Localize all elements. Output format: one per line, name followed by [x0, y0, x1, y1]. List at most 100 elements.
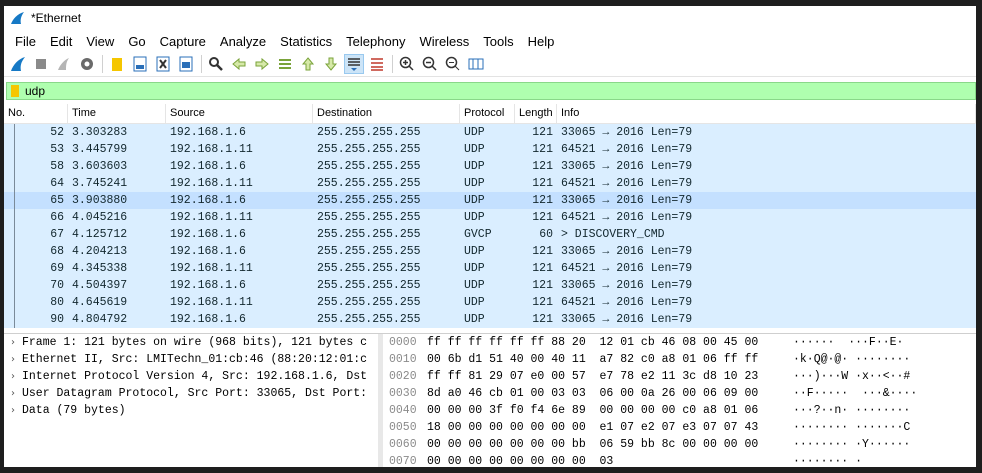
go-back-icon[interactable] [229, 54, 249, 74]
menu-capture[interactable]: Capture [153, 34, 213, 49]
table-row[interactable]: 69 4.345338 192.168.1.11 255.255.255.255 UDP… [4, 260, 976, 277]
column-header-info[interactable]: Info [557, 104, 976, 123]
conversation-tree-line [14, 175, 15, 192]
hex-bytes[interactable]: 18 00 00 00 00 00 00 00 e1 07 e2 07 e3 0… [427, 419, 793, 436]
hex-offset[interactable]: 0050 [383, 419, 427, 436]
table-row[interactable]: 66 4.045216 192.168.1.11 255.255.255.255 UDP… [4, 209, 976, 226]
hex-bytes[interactable]: ff ff 81 29 07 e0 00 57 e7 78 e2 11 3c d… [427, 368, 793, 385]
column-header-no[interactable]: No. [4, 104, 68, 123]
column-header-source[interactable]: Source [166, 104, 313, 123]
zoom-in-icon[interactable] [397, 54, 417, 74]
table-row[interactable]: 68 4.204213 192.168.1.6 255.255.255.255 UDP 1… [4, 243, 976, 260]
hex-ascii[interactable]: ··F····· ···&···· [793, 385, 976, 402]
stop-capture-icon[interactable] [31, 54, 51, 74]
hex-ascii[interactable]: ······ ···F··E· [793, 334, 976, 351]
open-file-icon[interactable] [107, 54, 127, 74]
hex-bytes[interactable]: ff ff ff ff ff ff 88 20 12 01 cb 46 08 0… [427, 334, 793, 351]
zoom-out-icon[interactable] [420, 54, 440, 74]
hex-offset[interactable]: 0070 [383, 453, 427, 467]
packet-no-cell: 64 [4, 175, 68, 192]
menu-tools[interactable]: Tools [476, 34, 520, 49]
packet-details-pane: › Frame 1: 121 bytes on wire (968 bits), … [4, 334, 378, 467]
resize-columns-icon[interactable] [466, 54, 486, 74]
toolbar-separator [102, 55, 103, 73]
chevron-right-icon[interactable]: › [4, 405, 22, 416]
hex-ascii[interactable]: ···)···W ·x··<··# [793, 368, 976, 385]
autoscroll-icon[interactable] [344, 54, 364, 74]
restart-capture-icon[interactable] [54, 54, 74, 74]
table-row[interactable]: 80 4.645619 192.168.1.11 255.255.255.255 UDP… [4, 294, 976, 311]
table-row[interactable]: 70 4.504397 192.168.1.6 255.255.255.255 UDP 1… [4, 277, 976, 294]
save-file-icon[interactable] [130, 54, 150, 74]
menu-go[interactable]: Go [121, 34, 152, 49]
hex-offset[interactable]: 0030 [383, 385, 427, 402]
hex-offset[interactable]: 0000 [383, 334, 427, 351]
table-row[interactable]: 53 3.445799 192.168.1.11 255.255.255.255 UDP… [4, 141, 976, 158]
go-to-packet-icon[interactable] [275, 54, 295, 74]
detail-tree-label: Frame 1: 121 bytes on wire (968 bits), 1… [22, 336, 368, 349]
hex-bytes[interactable]: 00 00 00 00 00 00 00 bb 06 59 bb 8c 00 0… [427, 436, 793, 453]
display-filter-bar [6, 82, 976, 100]
table-row[interactable]: 58 3.603603 192.168.1.6 255.255.255.255 UDP 1… [4, 158, 976, 175]
detail-tree-item[interactable]: › Data (79 bytes) [4, 402, 378, 419]
hex-ascii[interactable]: ········ ·······C [793, 419, 976, 436]
menu-telephony[interactable]: Telephony [339, 34, 412, 49]
chevron-right-icon[interactable]: › [4, 388, 22, 399]
bookmark-icon[interactable] [11, 85, 19, 97]
table-row[interactable]: 64 3.745241 192.168.1.11 255.255.255.255 UDP… [4, 175, 976, 192]
table-row[interactable]: 65 3.903880 192.168.1.6 255.255.255.255 UDP 1… [4, 192, 976, 209]
packet-length-cell: 121 [532, 211, 553, 224]
reload-file-icon[interactable] [176, 54, 196, 74]
menu-analyze[interactable]: Analyze [213, 34, 273, 49]
hex-offset[interactable]: 0020 [383, 368, 427, 385]
menu-edit[interactable]: Edit [43, 34, 79, 49]
hex-offset[interactable]: 0040 [383, 402, 427, 419]
menu-statistics[interactable]: Statistics [273, 34, 339, 49]
colorize-icon[interactable] [367, 54, 387, 74]
hex-bytes[interactable]: 8d a0 46 cb 01 00 03 03 06 00 0a 26 00 0… [427, 385, 793, 402]
packet-protocol-cell: GVCP [464, 228, 492, 241]
normal-size-icon[interactable] [443, 54, 463, 74]
table-row[interactable]: 52 3.303283 192.168.1.6 255.255.255.255 UDP 1… [4, 124, 976, 141]
hex-ascii[interactable]: ········ · [793, 453, 976, 467]
hex-bytes[interactable]: 00 00 00 00 00 00 00 00 03 [427, 453, 793, 467]
menu-wireless[interactable]: Wireless [412, 34, 476, 49]
last-packet-icon[interactable] [321, 54, 341, 74]
capture-options-icon[interactable] [77, 54, 97, 74]
hex-offset[interactable]: 0060 [383, 436, 427, 453]
chevron-right-icon[interactable]: › [4, 354, 22, 365]
detail-tree-item[interactable]: › User Datagram Protocol, Src Port: 33065… [4, 385, 378, 402]
column-header-destination[interactable]: Destination [313, 104, 460, 123]
packet-protocol-cell: UDP [464, 296, 485, 309]
start-capture-icon[interactable] [8, 54, 28, 74]
detail-tree-item[interactable]: › Frame 1: 121 bytes on wire (968 bits), … [4, 334, 378, 351]
hex-ascii[interactable]: ···?··n· ········ [793, 402, 976, 419]
packet-source-cell: 192.168.1.6 [170, 160, 246, 173]
hex-offset[interactable]: 0010 [383, 351, 427, 368]
menu-view[interactable]: View [79, 34, 121, 49]
hex-ascii[interactable]: ·k·Q@·@· ········ [793, 351, 976, 368]
close-file-icon[interactable] [153, 54, 173, 74]
packet-no-text: 58 [50, 160, 64, 173]
column-header-time[interactable]: Time [68, 104, 166, 123]
go-forward-icon[interactable] [252, 54, 272, 74]
hex-bytes[interactable]: 00 6b d1 51 40 00 40 11 a7 82 c0 a8 01 0… [427, 351, 793, 368]
menu-file[interactable]: File [8, 34, 43, 49]
detail-tree-item[interactable]: › Internet Protocol Version 4, Src: 192.1… [4, 368, 378, 385]
hex-ascii[interactable]: ········ ·Y······ [793, 436, 976, 453]
packet-no-cell: 67 [4, 226, 68, 243]
first-packet-icon[interactable] [298, 54, 318, 74]
detail-tree-item[interactable]: › Ethernet II, Src: LMITechn_01:cb:46 (88… [4, 351, 378, 368]
table-row[interactable]: 67 4.125712 192.168.1.6 255.255.255.255 GVCP… [4, 226, 976, 243]
packet-destination-cell: 255.255.255.255 [317, 313, 421, 326]
chevron-right-icon[interactable]: › [4, 337, 22, 348]
column-header-length[interactable]: Length [515, 104, 557, 123]
menu-help[interactable]: Help [521, 34, 562, 49]
hex-bytes[interactable]: 00 00 00 3f f0 f4 6e 89 00 00 00 00 c0 a… [427, 402, 793, 419]
display-filter-input[interactable] [25, 84, 925, 98]
packet-time-cell: 3.303283 [72, 126, 128, 139]
column-header-protocol[interactable]: Protocol [460, 104, 515, 123]
chevron-right-icon[interactable]: › [4, 371, 22, 382]
find-packet-icon[interactable] [206, 54, 226, 74]
table-row[interactable]: 90 4.804792 192.168.1.6 255.255.255.255 UDP 1… [4, 311, 976, 328]
